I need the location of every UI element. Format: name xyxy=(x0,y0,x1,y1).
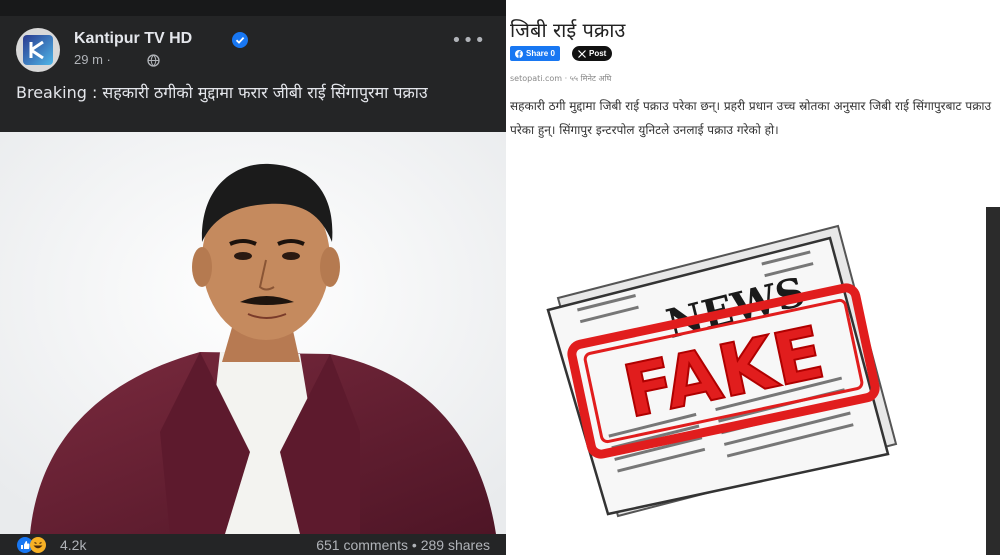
facebook-post: Kantipur TV HD 29 m · ••• Breaking : सहक… xyxy=(0,0,506,555)
more-options-button[interactable]: ••• xyxy=(451,30,486,51)
facebook-share-label: Share 0 xyxy=(526,49,555,58)
article-title: जिबी राई पक्राउ xyxy=(510,18,626,42)
globe-icon xyxy=(147,54,160,67)
x-post-label: Post xyxy=(589,49,607,58)
right-edge-bar xyxy=(986,207,1000,555)
facebook-share-button[interactable]: Share 0 xyxy=(510,46,560,61)
post-text: Breaking : सहकारी ठगीको मुद्दामा फरार जी… xyxy=(16,83,428,102)
x-post-button[interactable]: Post xyxy=(572,46,613,61)
post-header: Kantipur TV HD 29 m · ••• xyxy=(16,28,496,74)
article-source: setopati.com · ५५ मिनेट अघि xyxy=(510,74,612,83)
fake-news-graphic: NEWS FAKE xyxy=(546,224,898,518)
post-footer: 4.2k 651 comments • 289 shares xyxy=(0,534,506,555)
article-body: सहकारी ठगी मुद्दामा जिबी राई पक्राउ परेक… xyxy=(510,99,992,137)
post-timestamp[interactable]: 29 m · xyxy=(74,52,111,67)
top-strip xyxy=(0,0,506,16)
news-article: जिबी राई पक्राउ Share 0 Post setopati.co… xyxy=(506,0,1000,150)
post-photo[interactable] xyxy=(0,132,506,534)
x-logo-icon xyxy=(578,49,586,58)
facebook-f-icon xyxy=(515,49,523,58)
portrait-illustration xyxy=(0,132,506,534)
kantipur-k-icon xyxy=(29,40,44,60)
reaction-count[interactable]: 4.2k xyxy=(60,537,86,553)
reactions-icons[interactable] xyxy=(16,536,56,554)
comment-share-stats[interactable]: 651 comments • 289 shares xyxy=(316,537,490,553)
page-avatar[interactable] xyxy=(16,28,60,72)
page-name-link[interactable]: Kantipur TV HD xyxy=(74,30,192,48)
verified-badge-icon xyxy=(232,32,248,48)
